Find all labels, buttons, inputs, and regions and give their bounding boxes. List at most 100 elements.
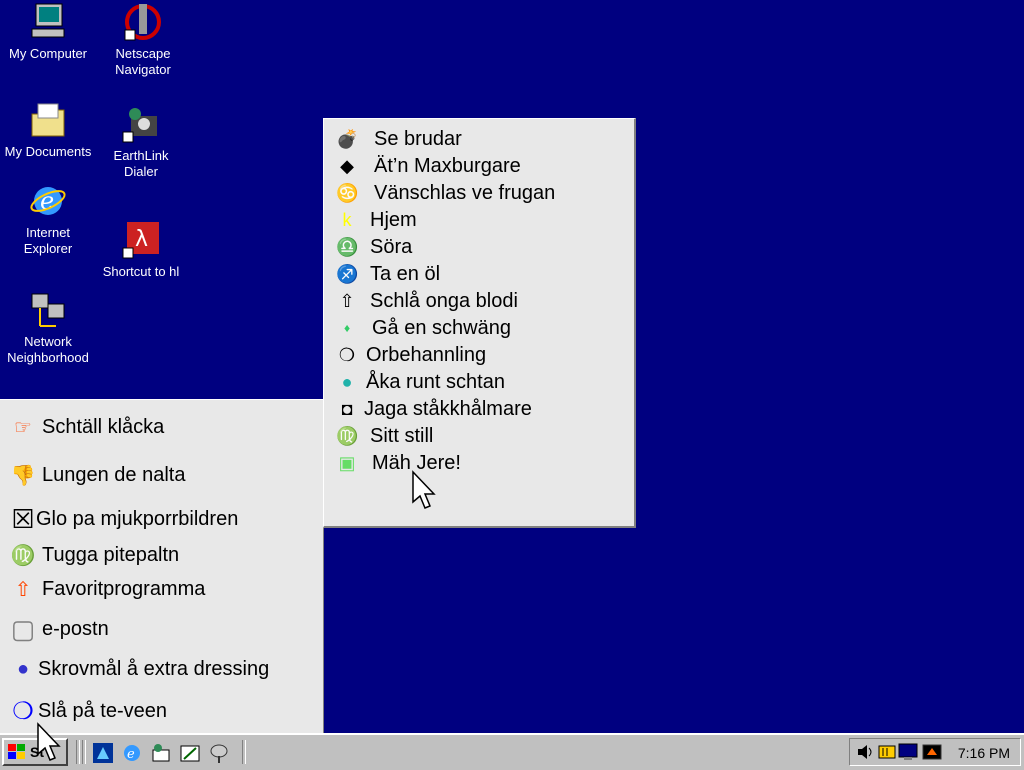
icon-label: Shortcut to hl	[102, 264, 180, 279]
menu-item-label: Ta en öl	[370, 262, 441, 285]
earthlink-dialer-shortcut[interactable]: EarthLink Dialer	[93, 104, 189, 180]
up-arrow-icon: ⇧	[14, 578, 32, 601]
my-computer-shortcut[interactable]: My Computer	[0, 2, 96, 62]
pointing-hand-icon: ☞	[14, 416, 32, 439]
virgo-icon: ♍	[336, 425, 359, 446]
desktop-quicklaunch-icon[interactable]	[92, 742, 114, 764]
taskbar-separator	[82, 740, 86, 764]
menu-item-label: Åka runt schtan	[366, 370, 505, 393]
svg-text:e: e	[127, 747, 135, 762]
k-icon: k	[342, 209, 352, 230]
menu-item-label: Sitt still	[370, 424, 434, 447]
sagittarius-icon: ♐	[336, 263, 359, 284]
menu-item-label: Slå på te-veen	[38, 699, 167, 722]
submenu-item[interactable]: ♋ Vänschlas ve frugan	[336, 181, 555, 205]
internet-explorer-shortcut[interactable]: e Internet Explorer	[0, 181, 96, 257]
menu-item-label: e-postn	[42, 617, 109, 640]
icon-label: My Documents	[4, 144, 92, 159]
menu-item-label: Schlå onga blodi	[370, 289, 518, 312]
start-menu-item[interactable]: ☒ Glo pa mjukporrbildren	[10, 504, 238, 534]
outlook-express-icon[interactable]	[150, 742, 172, 764]
submenu-item[interactable]: ♎ Söra	[336, 235, 412, 259]
square-icon: ◘	[341, 398, 353, 419]
netscape-navigator-shortcut[interactable]: Netscape Navigator	[95, 2, 191, 78]
icon-label: EarthLink Dialer	[113, 148, 169, 179]
start-menu-item[interactable]: ⇧ Favoritprogramma	[10, 574, 206, 604]
start-menu-item[interactable]: ♍ Tugga pitepaltn	[10, 540, 180, 570]
volume-icon[interactable]	[856, 743, 874, 766]
up-arrow-icon: ⇧	[339, 290, 355, 311]
channels-icon[interactable]	[179, 742, 201, 764]
icon-label: Network Neighborhood	[7, 334, 89, 365]
bomb-icon: 💣	[336, 128, 359, 149]
submenu-item[interactable]: k Hjem	[336, 208, 417, 232]
menu-item-label: Favoritprogramma	[42, 577, 206, 600]
menu-item-label: Ät’n Maxburgare	[374, 154, 521, 177]
my-documents-icon	[28, 100, 68, 140]
shortcut-icon: λ	[121, 220, 161, 260]
start-menu-item[interactable]: ❍ Slå på te-veen	[10, 696, 167, 726]
menu-item-label: Lungen de nalta	[42, 463, 186, 486]
boxed-square-icon: ▣	[338, 452, 356, 473]
internet-explorer-icon: e	[28, 181, 68, 221]
submenu-item[interactable]: ▣ Mäh Jere!	[336, 451, 460, 475]
circle-icon: ●	[341, 371, 353, 392]
submenu-item[interactable]: ◘ Jaga ståkkhålmare	[336, 397, 532, 421]
submenu-item[interactable]: 💣 Se brudar	[336, 127, 462, 151]
submenu-item[interactable]: ◆ Ät’n Maxburgare	[336, 154, 521, 178]
taskbar: St e 7:16 PM	[0, 733, 1024, 770]
battery-icon[interactable]	[878, 743, 896, 766]
popup-submenu: 💣 Se brudar ◆ Ät’n Maxburgare ♋ Vänschla…	[323, 118, 636, 528]
libra-icon: ♎	[336, 236, 359, 257]
clock[interactable]: 7:16 PM	[958, 745, 1010, 761]
satellite-dish-icon[interactable]	[208, 742, 230, 764]
start-menu-item[interactable]: 👎 Lungen de nalta	[10, 460, 186, 490]
scheduler-icon[interactable]	[922, 743, 942, 766]
submenu-item[interactable]: ● Åka runt schtan	[336, 370, 505, 394]
virgo-icon: ♍	[10, 544, 36, 567]
menu-item-label: Se brudar	[374, 127, 462, 150]
square-icon: ▢	[10, 613, 36, 644]
my-computer-icon	[28, 2, 68, 42]
mouse-cursor-icon	[411, 470, 437, 512]
taskbar-separator	[76, 740, 80, 764]
network-neighborhood-shortcut[interactable]: Network Neighborhood	[0, 290, 96, 366]
icon-label: My Computer	[8, 46, 88, 61]
menu-item-label: Schtäll klåcka	[42, 415, 165, 438]
taskbar-separator	[242, 740, 246, 764]
diamond-icon: ◆	[340, 155, 354, 176]
my-documents-shortcut[interactable]: My Documents	[0, 100, 96, 160]
submenu-item[interactable]: ❍ Orbehannling	[336, 343, 486, 367]
netscape-navigator-icon	[123, 2, 163, 42]
start-menu-item[interactable]: ☞ Schtäll klåcka	[10, 412, 164, 442]
shadowed-circle-icon: ❍	[12, 697, 34, 725]
menu-item-label: Glo pa mjukporrbildren	[36, 507, 239, 530]
submenu-item[interactable]: ♐ Ta en öl	[336, 262, 440, 286]
network-neighborhood-icon	[28, 290, 68, 330]
boxed-x-icon: ☒	[11, 503, 35, 534]
shadowed-circle-icon: ❍	[338, 344, 356, 365]
shortcut-to-hl[interactable]: λ Shortcut to hl	[93, 220, 189, 280]
submenu-item[interactable]: ♦ Gå en schwäng	[336, 316, 511, 340]
start-menu-item[interactable]: ● Skrovmål å extra dressing	[10, 654, 269, 684]
menu-item-label: Tugga pitepaltn	[42, 543, 180, 566]
system-tray: 7:16 PM	[849, 738, 1021, 766]
cancer-icon: ♋	[336, 182, 359, 203]
internet-explorer-icon[interactable]: e	[121, 742, 143, 764]
submenu-item[interactable]: ♍ Sitt still	[336, 424, 433, 448]
small-diamond-icon: ♦	[343, 321, 351, 335]
circle-icon: ●	[16, 657, 30, 680]
menu-item-label: Gå en schwäng	[372, 316, 511, 339]
menu-item-label: Skrovmål å extra dressing	[38, 657, 270, 680]
start-menu: ☞ Schtäll klåcka 👎 Lungen de nalta ☒ Glo…	[0, 399, 324, 734]
start-menu-item[interactable]: ▢ e-postn	[10, 614, 109, 644]
menu-item-label: Jaga ståkkhålmare	[364, 397, 532, 420]
earthlink-dialer-icon	[121, 104, 161, 144]
menu-item-label: Söra	[370, 235, 413, 258]
icon-label: Internet Explorer	[23, 225, 73, 256]
submenu-item[interactable]: ⇧ Schlå onga blodi	[336, 289, 518, 313]
menu-item-label: Vänschlas ve frugan	[374, 181, 556, 204]
thumbs-down-icon: 👎	[10, 464, 36, 487]
display-settings-icon[interactable]	[898, 743, 918, 766]
icon-label: Netscape Navigator	[115, 46, 171, 77]
